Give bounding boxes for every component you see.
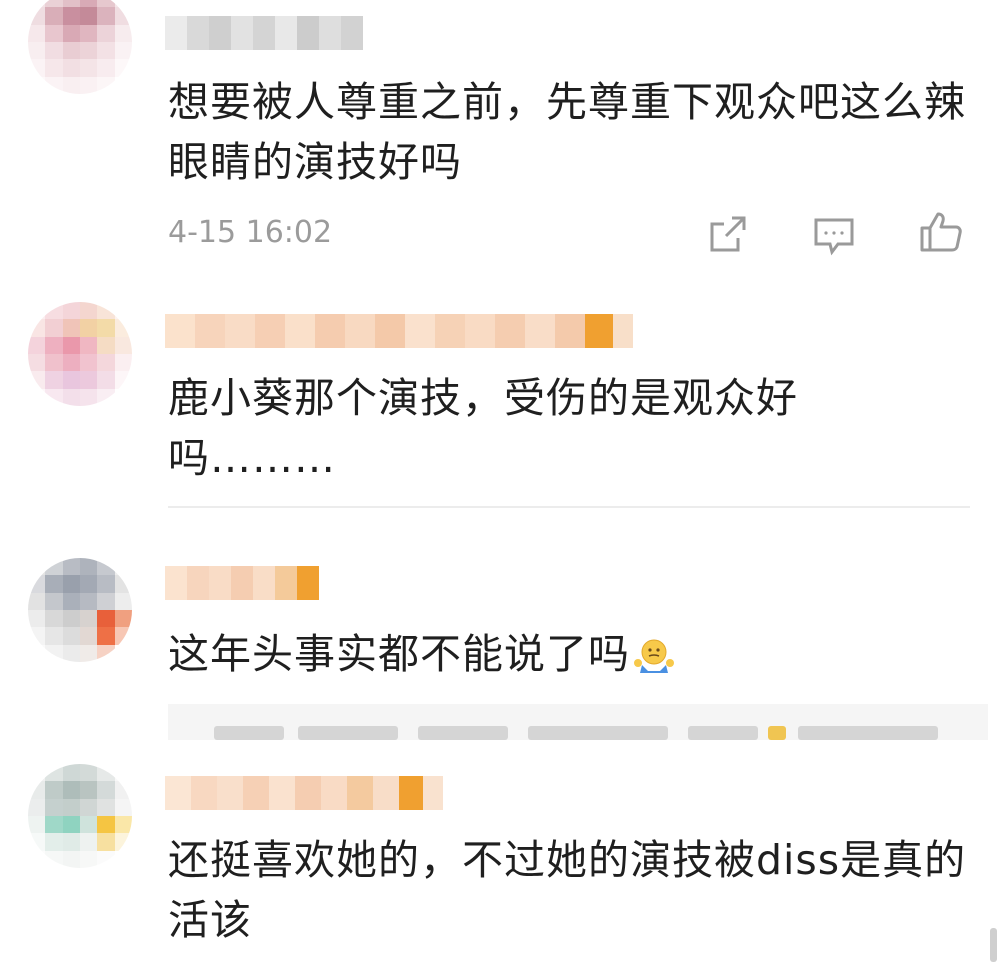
comment-text: 这年头事实都不能说了吗 <box>168 624 968 684</box>
comment-item: 鹿小葵那个演技，受伤的是观众好吗……… <box>0 290 1000 540</box>
comment-timestamp: 4-15 16:02 <box>168 215 333 250</box>
username-blurred[interactable] <box>165 776 443 810</box>
like-icon[interactable] <box>916 208 964 256</box>
username-blurred[interactable] <box>165 314 633 348</box>
avatar[interactable] <box>28 0 132 94</box>
avatar[interactable] <box>28 764 132 868</box>
comment-item: 还挺喜欢她的，不过她的演技被diss是真的活该 <box>0 740 1000 962</box>
comment-text: 鹿小葵那个演技，受伤的是观众好吗……… <box>168 374 798 482</box>
reply-preview[interactable] <box>168 704 988 740</box>
scrollbar[interactable] <box>990 928 997 962</box>
divider <box>168 506 970 508</box>
comment-text: 想要被人尊重之前，先尊重下观众吧这么辣眼睛的演技好吗 <box>168 78 966 186</box>
comment-icon[interactable] <box>810 212 858 260</box>
comment-item: 这年头事实都不能说了吗 <box>0 540 1000 740</box>
username-blurred[interactable] <box>165 16 363 50</box>
avatar[interactable] <box>28 558 132 662</box>
share-icon[interactable] <box>704 210 752 258</box>
comment-item: 想要被人尊重之前，先尊重下观众吧这么辣眼睛的演技好吗 4-15 16:02 <box>0 0 1000 290</box>
comment-text-content: 这年头事实都不能说了吗 <box>168 630 630 678</box>
shrug-emoji-icon <box>634 639 674 673</box>
avatar[interactable] <box>28 302 132 406</box>
username-blurred[interactable] <box>165 566 319 600</box>
comment-text: 还挺喜欢她的，不过她的演技被diss是真的活该 <box>168 836 967 944</box>
